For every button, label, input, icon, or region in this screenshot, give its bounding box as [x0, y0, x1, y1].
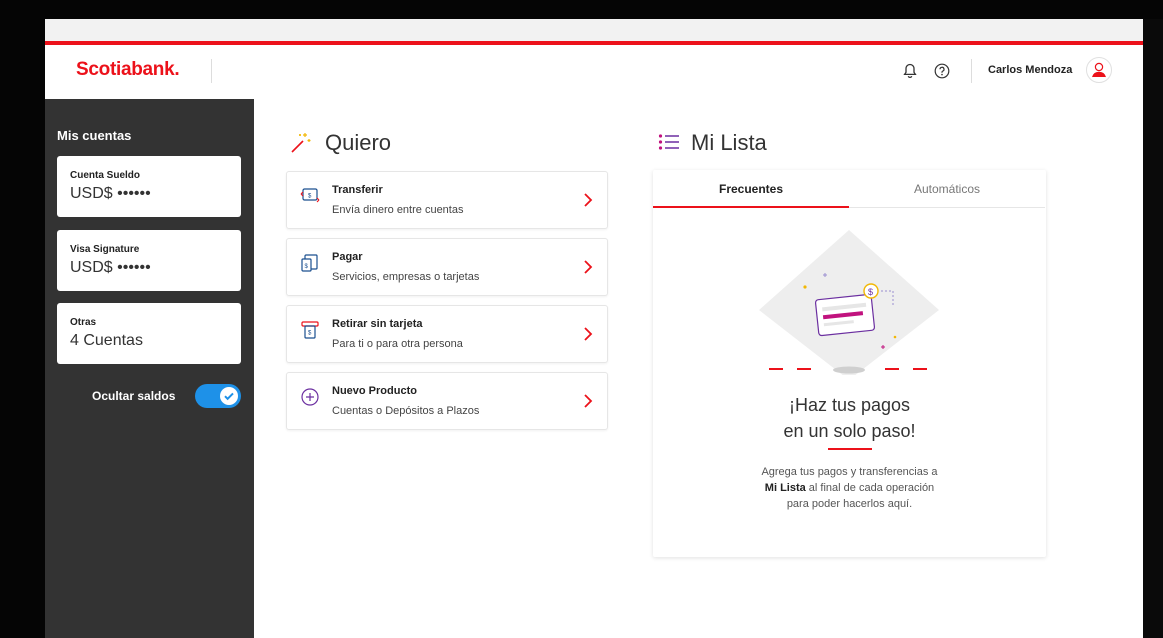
action-subtitle: Servicios, empresas o tarjetas [332, 271, 480, 283]
account-name: Visa Signature [70, 244, 140, 255]
app-window: Scotiabank. Carlos Mendoza Mis cuentas C… [45, 19, 1143, 638]
pay-icon: $ [300, 253, 320, 278]
tab-frecuentes[interactable]: Frecuentes [653, 170, 849, 208]
help-circle-icon[interactable] [934, 63, 950, 84]
transfer-icon: $ [300, 186, 320, 211]
action-title: Transferir [332, 184, 383, 196]
action-retirar-sin-tarjeta[interactable]: $ Retirar sin tarjeta Para ti o para otr… [286, 305, 608, 363]
bell-icon[interactable] [903, 63, 917, 84]
magic-wand-icon [289, 131, 313, 160]
svg-text:$: $ [308, 331, 312, 337]
empty-state-illustration: $ [749, 225, 949, 380]
account-card-visa-signature[interactable]: Visa Signature USD$ •••••• [57, 230, 241, 291]
action-nuevo-producto[interactable]: Nuevo Producto Cuentas o Depósitos a Pla… [286, 372, 608, 430]
action-title: Retirar sin tarjeta [332, 318, 423, 330]
browser-strip [45, 19, 1143, 41]
mi-lista-bold: Mi Lista [764, 482, 806, 494]
empty-body-line2: Mi Lista al final de cada operación [653, 480, 1046, 496]
chevron-right-icon [583, 327, 593, 346]
action-subtitle: Envía dinero entre cuentas [332, 204, 464, 216]
header-divider-right [971, 59, 972, 83]
svg-text:$: $ [308, 194, 312, 200]
account-name: Otras [70, 317, 97, 328]
atm-withdraw-icon: $ [300, 320, 320, 345]
action-transferir[interactable]: $ Transferir Envía dinero entre cuentas [286, 171, 608, 229]
empty-state-description: Agrega tus pagos y transferencias a Mi L… [653, 464, 1046, 512]
empty-state-divider [828, 448, 872, 450]
chevron-right-icon [583, 193, 593, 212]
list-icon [658, 133, 680, 156]
action-title: Nuevo Producto [332, 385, 417, 397]
account-balance: USD$ •••••• [70, 185, 151, 202]
avatar-icon[interactable] [1086, 57, 1112, 83]
check-icon [224, 392, 234, 401]
empty-state-title: ¡Haz tus pagos en un solo paso! [653, 392, 1046, 444]
account-balance: USD$ •••••• [70, 259, 151, 276]
scotiabank-logo[interactable]: Scotiabank. [76, 59, 180, 81]
empty-title-line2: en un solo paso! [783, 421, 916, 441]
account-name: Cuenta Sueldo [70, 170, 141, 181]
chevron-right-icon [583, 260, 593, 279]
account-card-otras[interactable]: Otras 4 Cuentas [57, 303, 241, 364]
action-subtitle: Cuentas o Depósitos a Plazos [332, 405, 480, 417]
hide-balances-toggle[interactable] [195, 384, 241, 408]
empty-body-line3: para poder hacerlos aquí. [786, 498, 913, 510]
mi-lista-panel: Frecuentes Automáticos $ ¡Haz tus pagos … [653, 170, 1046, 557]
header: Scotiabank. Carlos Mendoza [45, 45, 1143, 99]
chevron-right-icon [583, 394, 593, 413]
mi-lista-title: Mi Lista [691, 130, 767, 155]
account-count: 4 Cuentas [70, 332, 143, 349]
quiero-title: Quiero [325, 130, 392, 155]
action-title: Pagar [332, 251, 363, 263]
header-divider [211, 59, 212, 83]
plus-circle-icon [300, 387, 320, 412]
toggle-knob [220, 387, 238, 405]
empty-title-line1: ¡Haz tus pagos [788, 395, 911, 415]
action-pagar[interactable]: $ Pagar Servicios, empresas o tarjetas [286, 238, 608, 296]
tab-automaticos[interactable]: Automáticos [849, 170, 1045, 208]
empty-body-line2-rest: al final de cada operación [805, 482, 935, 494]
empty-body-line1: Agrega tus pagos y transferencias a [761, 466, 938, 478]
user-name[interactable]: Carlos Mendoza [988, 64, 1072, 76]
action-subtitle: Para ti o para otra persona [332, 338, 463, 350]
sidebar-title: Mis cuentas [57, 128, 132, 143]
sidebar: Mis cuentas Cuenta Sueldo USD$ •••••• Vi… [45, 99, 254, 638]
account-card-cuenta-sueldo[interactable]: Cuenta Sueldo USD$ •••••• [57, 156, 241, 217]
svg-text:$: $ [868, 287, 873, 297]
hide-balances-label: Ocultar saldos [92, 389, 176, 403]
screen-bezel-right [1143, 19, 1163, 638]
